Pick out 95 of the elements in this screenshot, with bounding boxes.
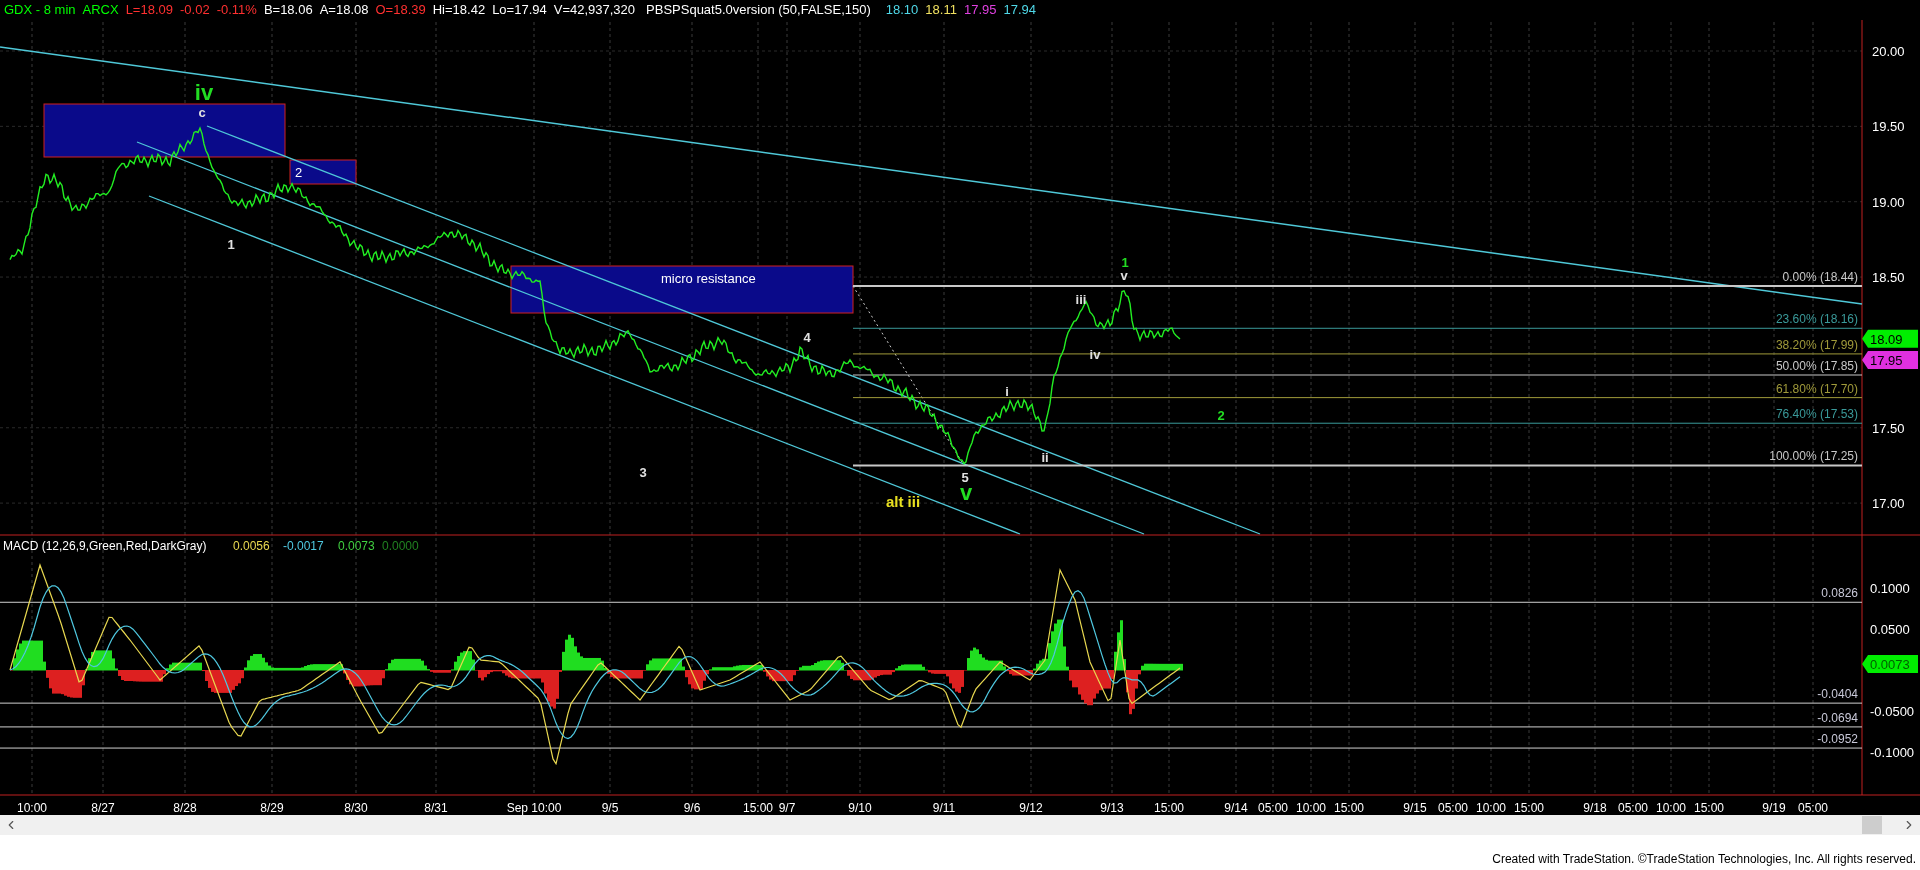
time-axis-label: 15:00 (1154, 801, 1184, 815)
macd-legend-value: MACD (12,26,9,Green,Red,DarkGray) (3, 539, 207, 553)
fib-level-label: 23.60% (18.16) (1775, 312, 1858, 327)
header-value: B=18.06 (263, 1, 313, 20)
wave-label: iv (194, 80, 214, 105)
header-value: 17.94 (1003, 1, 1036, 20)
price-axis-label: 19.00 (1872, 194, 1905, 210)
scroll-bar[interactable] (0, 815, 1920, 835)
time-axis-label: 8/28 (173, 801, 197, 815)
time-axis-label: 9/7 (778, 801, 796, 815)
macd-axis-label: 0.1000 (1870, 581, 1910, 596)
wave-label: 3 (639, 465, 647, 480)
price-axis-label: 18.50 (1872, 270, 1905, 286)
macd-axis-label: -0.1000 (1870, 745, 1915, 760)
time-axis-label: 05:00 (1258, 801, 1288, 815)
macd-level-label: 0.0826 (1821, 586, 1858, 601)
macd-legend-value: 0.0073 (338, 539, 375, 553)
time-axis-label: 05:00 (1618, 801, 1648, 815)
time-axis-label: 9/5 (601, 801, 619, 815)
time-axis-label: 15:00 (1694, 801, 1724, 815)
time-axis-label: Sep 10:00 (506, 801, 562, 815)
macd-level-label: -0.0952 (1817, 732, 1858, 747)
wave-label: 4 (803, 330, 811, 345)
time-axis-label: 15:00 (1334, 801, 1364, 815)
fib-level-label: 100.00% (17.25) (1769, 449, 1858, 464)
resistance-zone (289, 159, 357, 185)
time-axis-label: 9/10 (848, 801, 872, 815)
price-axis-label: 17.00 (1872, 496, 1905, 512)
wave-label: ii (1041, 450, 1049, 465)
zone-label: 2 (295, 165, 303, 180)
fib-level-label: 0.00% (18.44) (1782, 270, 1858, 285)
time-axis-label: 10:00 (1656, 801, 1686, 815)
wave-label: iv (1089, 347, 1101, 362)
header-value: Lo=17.94 (492, 1, 547, 20)
header-value: -0.02 (180, 1, 210, 20)
time-axis-label: 9/13 (1100, 801, 1124, 815)
header-value: V=42,937,320 (553, 1, 636, 20)
time-axis-label: 05:00 (1438, 801, 1468, 815)
time-axis-label: 05:00 (1798, 801, 1828, 815)
fib-level-label: 61.80% (17.70) (1775, 381, 1858, 396)
header-value: PBSPSquat5.0version (50,FALSE,150) (646, 1, 871, 20)
header-value: L=18.09 (125, 1, 173, 20)
macd-marker: 0.0073 (1862, 655, 1918, 673)
wave-label: c (198, 105, 206, 120)
macd-level-label: -0.0694 (1817, 710, 1858, 725)
time-axis-label: 15:00 (1514, 801, 1544, 815)
macd-axis-label: 0.0500 (1870, 622, 1910, 637)
time-axis-label: 9/15 (1403, 801, 1427, 815)
time-axis-label: 10:00 (17, 801, 47, 815)
time-axis-label: 10:00 (1296, 801, 1326, 815)
wave-label: 2 (1217, 408, 1225, 423)
macd-legend-value: 0.0000 (382, 539, 419, 553)
fib-level-label: 50.00% (17.85) (1775, 359, 1858, 373)
copyright-text: Created with TradeStation. ©TradeStation Technologies, Inc. All rights reserved. (1492, 851, 1916, 868)
header-value: O=18.39 (375, 1, 426, 20)
macd-axis-label: -0.0500 (1870, 704, 1915, 719)
zone-label: micro resistance (661, 271, 756, 286)
macd-legend-value: 0.0056 (233, 539, 270, 553)
fib-level-label: 76.40% (17.53) (1775, 407, 1858, 422)
time-axis-label: 9/14 (1224, 801, 1248, 815)
time-axis-label: 9/11 (932, 801, 956, 815)
price-axis-label: 19.50 (1872, 119, 1905, 135)
time-axis-label: 9/12 (1019, 801, 1043, 815)
header-value: A=18.08 (319, 1, 369, 20)
header-value: 17.95 (963, 1, 997, 20)
macd-level-label: -0.0404 (1817, 687, 1858, 702)
scroll-thumb[interactable] (1862, 816, 1882, 834)
wave-label: alt iii (885, 493, 921, 510)
header-value: GDX - 8 min (4, 1, 76, 20)
time-axis-label: 9/19 (1762, 801, 1786, 815)
time-axis-label: 10:00 (1476, 801, 1506, 815)
price-axis-label: 17.50 (1872, 420, 1905, 436)
wave-label: i (1005, 384, 1009, 399)
wave-label: 1 (1121, 255, 1129, 270)
time-axis-label: 8/30 (344, 801, 368, 815)
time-axis-label: 8/31 (424, 801, 448, 815)
time-axis-label: 9/6 (683, 801, 701, 815)
wave-label: 1 (227, 237, 235, 252)
fib-level-label: 38.20% (17.99) (1775, 337, 1858, 352)
header-value: 18.10 (885, 1, 919, 20)
price-marker: 17.95 (1862, 350, 1918, 369)
price-axis-label: 20.00 (1872, 44, 1905, 59)
time-axis-label: 9/18 (1583, 801, 1607, 815)
time-axis-label: 8/29 (260, 801, 284, 815)
header-value: ARCX (82, 1, 119, 20)
price-marker: 18.09 (1862, 329, 1918, 348)
macd-legend-value: -0.0017 (283, 539, 324, 553)
header-value: -0.11% (216, 1, 257, 20)
wave-label: iii (1075, 292, 1087, 307)
wave-label: 5 (961, 470, 969, 485)
time-axis-label: 15:00 (743, 801, 773, 815)
header-value: Hi=18.42 (432, 1, 486, 20)
wave-label: v (1120, 268, 1128, 283)
time-axis-label: 8/27 (91, 801, 115, 815)
header-value: 18.11 (925, 1, 957, 20)
